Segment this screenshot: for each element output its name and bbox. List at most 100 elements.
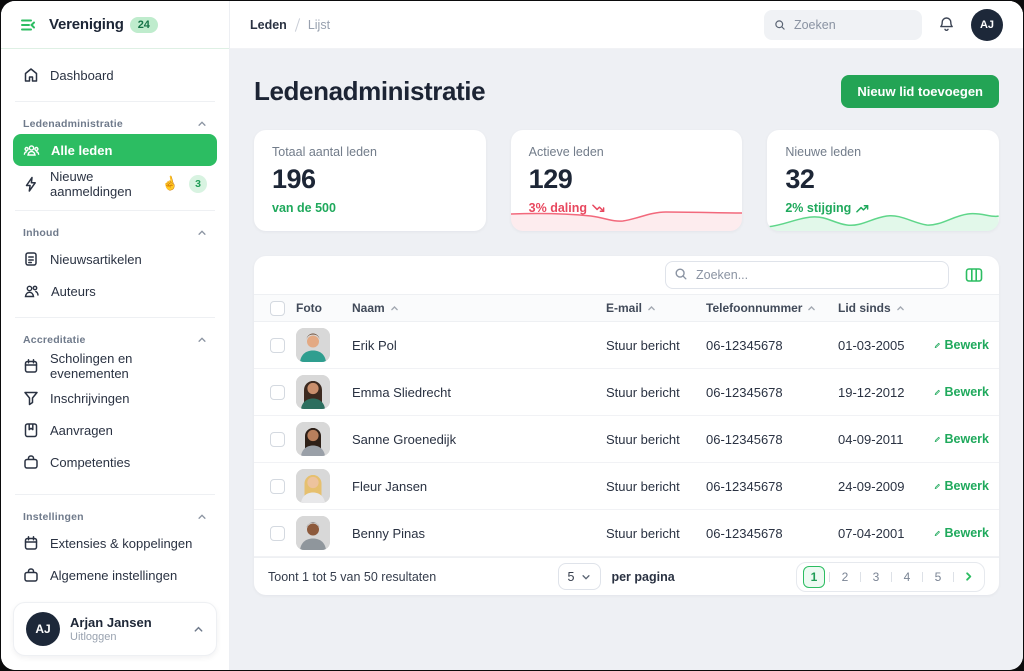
member-photo bbox=[296, 469, 330, 503]
member-name: Fleur Jansen bbox=[352, 479, 606, 494]
sidebar-item-competenties[interactable]: Competenties bbox=[13, 446, 217, 478]
stat-label: Actieve leden bbox=[529, 145, 725, 159]
member-email-action[interactable]: Stuur bericht bbox=[606, 338, 706, 353]
member-phone: 06-12345678 bbox=[706, 526, 838, 541]
col-header-naam[interactable]: Naam bbox=[352, 301, 606, 315]
page-size-select[interactable]: 5 bbox=[558, 563, 602, 590]
member-photo bbox=[296, 422, 330, 456]
breadcrumb-separator bbox=[295, 18, 300, 32]
bell-icon[interactable] bbox=[938, 16, 955, 33]
edit-member-button[interactable]: Bewerk bbox=[934, 338, 989, 352]
chevron-up-icon bbox=[197, 228, 207, 238]
member-email-action[interactable]: Stuur bericht bbox=[606, 479, 706, 494]
sidebar-item-alle-leden[interactable]: Alle leden bbox=[13, 134, 217, 166]
table-search[interactable] bbox=[665, 261, 949, 289]
briefcase-icon bbox=[23, 454, 39, 470]
section-inhoud[interactable]: Inhoud bbox=[13, 221, 217, 243]
logout-label[interactable]: Uitloggen bbox=[70, 631, 183, 643]
edit-member-button[interactable]: Bewerk bbox=[934, 479, 989, 493]
table-row[interactable]: Sanne Groenedijk Stuur bericht 06-123456… bbox=[254, 416, 999, 463]
breadcrumb-root[interactable]: Leden bbox=[250, 18, 287, 32]
topbar: Leden Lijst AJ bbox=[230, 1, 1023, 49]
sidebar-item-scholingen[interactable]: Scholingen en evenementen bbox=[13, 350, 217, 382]
main-area: Leden Lijst AJ Ledenadministratie bbox=[230, 1, 1023, 670]
member-phone: 06-12345678 bbox=[706, 385, 838, 400]
home-icon bbox=[23, 67, 39, 83]
global-search-input[interactable] bbox=[794, 18, 912, 32]
breadcrumb-current: Lijst bbox=[308, 18, 330, 32]
member-since: 04-09-2011 bbox=[838, 432, 934, 447]
member-email-action[interactable]: Stuur bericht bbox=[606, 385, 706, 400]
user-card[interactable]: AJ Arjan Jansen Uitloggen bbox=[13, 602, 217, 656]
add-member-button[interactable]: Nieuw lid toevoegen bbox=[841, 75, 999, 108]
sidebar-divider bbox=[15, 494, 215, 495]
columns-toggle-button[interactable] bbox=[963, 265, 985, 285]
page-button-2[interactable]: 2 bbox=[834, 566, 856, 588]
sidebar-item-aanvragen[interactable]: Aanvragen bbox=[13, 414, 217, 446]
select-all-checkbox[interactable] bbox=[270, 301, 285, 316]
member-email-action[interactable]: Stuur bericht bbox=[606, 526, 706, 541]
table-search-input[interactable] bbox=[665, 261, 949, 289]
section-label-text: Instellingen bbox=[23, 511, 84, 523]
row-checkbox[interactable] bbox=[270, 338, 285, 353]
page-button-4[interactable]: 4 bbox=[896, 566, 918, 588]
table-row[interactable]: Benny Pinas Stuur bericht 06-12345678 07… bbox=[254, 510, 999, 557]
global-search[interactable] bbox=[764, 10, 922, 40]
section-accreditatie[interactable]: Accreditatie bbox=[13, 328, 217, 350]
edit-member-button[interactable]: Bewerk bbox=[934, 526, 989, 540]
edit-member-button[interactable]: Bewerk bbox=[934, 385, 989, 399]
sidebar-item-extensies[interactable]: Extensies & koppelingen bbox=[13, 527, 217, 559]
sidebar-item-dashboard[interactable]: Dashboard bbox=[13, 59, 217, 91]
stat-value: 32 bbox=[785, 164, 981, 195]
sidebar-item-auteurs[interactable]: Auteurs bbox=[13, 275, 217, 307]
member-email-action[interactable]: Stuur bericht bbox=[606, 432, 706, 447]
sidebar-item-algemene-instellingen[interactable]: Algemene instellingen bbox=[13, 559, 217, 591]
sidebar-item-inschrijvingen[interactable]: Inschrijvingen bbox=[13, 382, 217, 414]
user-name: Arjan Jansen bbox=[70, 615, 183, 630]
sidebar-item-label: Extensies & koppelingen bbox=[50, 536, 192, 551]
sidebar-item-label: Inschrijvingen bbox=[50, 391, 130, 406]
stat-value: 129 bbox=[529, 164, 725, 195]
stat-value: 196 bbox=[272, 164, 468, 195]
collapse-menu-icon[interactable] bbox=[19, 16, 37, 34]
sidebar-divider bbox=[15, 210, 215, 211]
col-header-telefoonnummer[interactable]: Telefoonnummer bbox=[706, 301, 838, 315]
col-header-lid-sinds[interactable]: Lid sinds bbox=[838, 301, 934, 315]
columns-icon bbox=[965, 267, 983, 283]
member-photo bbox=[296, 375, 330, 409]
page-button-1[interactable]: 1 bbox=[803, 566, 825, 588]
col-header-email[interactable]: E-mail bbox=[606, 301, 706, 315]
member-since: 24-09-2009 bbox=[838, 479, 934, 494]
sort-asc-icon bbox=[807, 304, 816, 313]
chevron-up-icon bbox=[197, 512, 207, 522]
row-checkbox[interactable] bbox=[270, 526, 285, 541]
edit-member-button[interactable]: Bewerk bbox=[934, 432, 989, 446]
brand-badge: 24 bbox=[130, 17, 158, 33]
table-row[interactable]: Fleur Jansen Stuur bericht 06-12345678 2… bbox=[254, 463, 999, 510]
bolt-icon bbox=[23, 176, 39, 192]
logo-row: Vereniging 24 bbox=[1, 1, 229, 49]
table-row[interactable]: Emma Sliedrecht Stuur bericht 06-1234567… bbox=[254, 369, 999, 416]
next-page-button[interactable] bbox=[958, 571, 978, 582]
sort-asc-icon bbox=[896, 304, 905, 313]
topbar-avatar[interactable]: AJ bbox=[971, 9, 1003, 41]
chevron-down-icon bbox=[581, 572, 591, 582]
sidebar-item-nieuwe-aanmeldingen[interactable]: Nieuwe aanmeldingen ☝ 3 bbox=[13, 168, 217, 200]
row-checkbox[interactable] bbox=[270, 479, 285, 494]
search-icon bbox=[674, 267, 688, 281]
pagination: 1 2 3 4 5 bbox=[796, 562, 985, 592]
app-window: Vereniging 24 Dashboard Ledenadministrat… bbox=[1, 1, 1023, 670]
sidebar-item-label: Competenties bbox=[50, 455, 130, 470]
table-row[interactable]: Erik Pol Stuur bericht 06-12345678 01-03… bbox=[254, 322, 999, 369]
page-button-5[interactable]: 5 bbox=[927, 566, 949, 588]
pencil-icon bbox=[934, 340, 941, 351]
row-checkbox[interactable] bbox=[270, 432, 285, 447]
row-checkbox[interactable] bbox=[270, 385, 285, 400]
section-instellingen[interactable]: Instellingen bbox=[13, 505, 217, 527]
page-button-3[interactable]: 3 bbox=[865, 566, 887, 588]
sidebar-item-label: Aanvragen bbox=[50, 423, 113, 438]
section-ledenadministratie[interactable]: Ledenadministratie bbox=[13, 112, 217, 134]
col-header-foto: Foto bbox=[296, 301, 352, 315]
plug-calendar-icon bbox=[23, 535, 39, 551]
sidebar-item-nieuwsartikelen[interactable]: Nieuwsartikelen bbox=[13, 243, 217, 275]
